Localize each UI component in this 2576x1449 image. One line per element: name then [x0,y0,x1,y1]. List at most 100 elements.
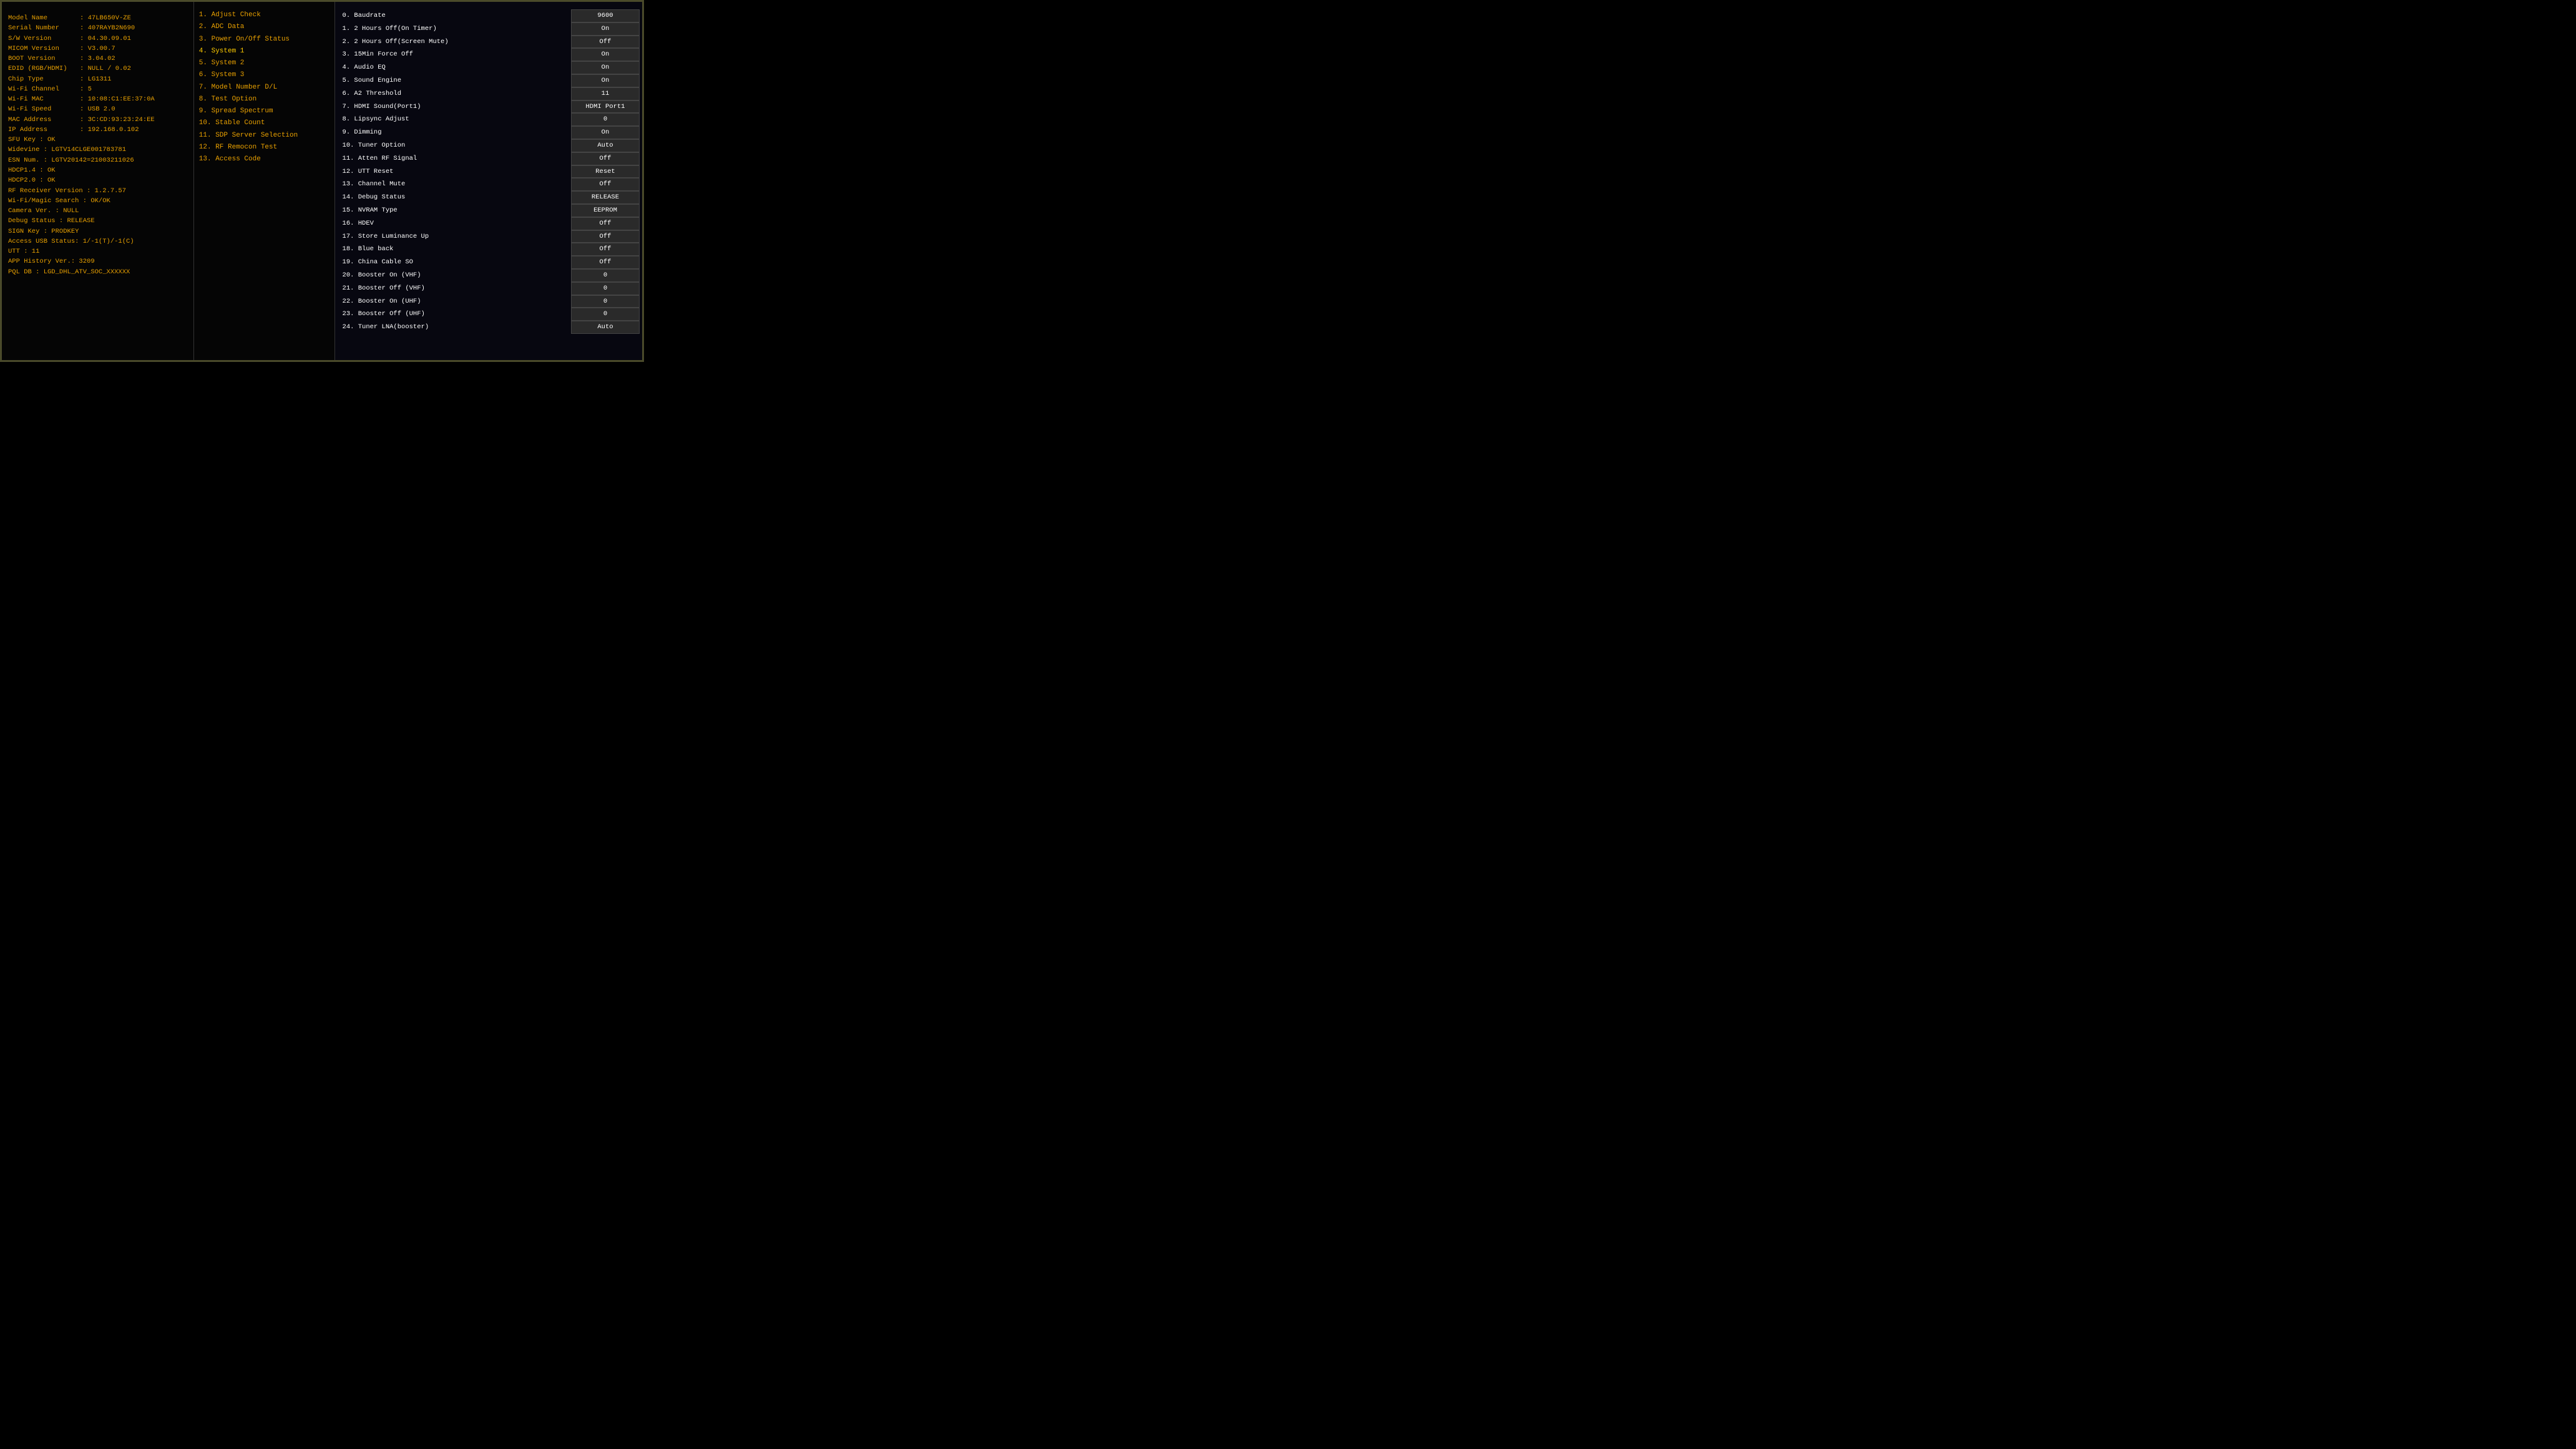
sys-label-16: 16. HDEV [335,218,571,229]
info-row-2: S/W Version: 04.30.09.01 [8,34,187,44]
sys-value-20: 0 [571,269,640,282]
sys-row-22: 22. Booster On (UHF)0 [335,295,642,308]
info-label-3: MICOM Version [8,44,80,54]
info-single-9: SIGN Key : PRODKEY [8,227,187,237]
menu-item-3[interactable]: 4. System 1 [199,46,329,57]
sys-value-6: 11 [571,87,640,100]
sys-row-11: 11. Atten RF SignalOff [335,152,642,165]
sys-value-23: 0 [571,308,640,321]
menu-item-0[interactable]: 1. Adjust Check [199,9,329,21]
sys-row-0: 0. Baudrate9600 [335,9,642,22]
sys-row-5: 5. Sound EngineOn [335,74,642,87]
sys-value-2: Off [571,36,640,49]
sys-label-5: 5. Sound Engine [335,76,571,86]
info-row-0: Model Name: 47LB650V-ZE [8,13,187,23]
sys-value-19: Off [571,256,640,269]
sys-row-24: 24. Tuner LNA(booster)Auto [335,321,642,334]
info-label-0: Model Name [8,13,80,23]
menu-item-10[interactable]: 11. SDP Server Selection [199,130,329,142]
sys-value-17: Off [571,230,640,243]
sys-label-11: 11. Atten RF Signal [335,154,571,164]
info-label-7: Wi-Fi Channel [8,84,80,94]
menu-item-9[interactable]: 10. Stable Count [199,117,329,129]
sys-label-0: 0. Baudrate [335,11,571,21]
info-label-1: Serial Number [8,23,80,33]
sys-value-21: 0 [571,282,640,295]
sys-label-4: 4. Audio EQ [335,62,571,73]
sys-value-12: Reset [571,165,640,178]
sys-label-17: 17. Store Luminance Up [335,232,571,242]
sys-label-20: 20. Booster On (VHF) [335,270,571,281]
sys-row-20: 20. Booster On (VHF)0 [335,269,642,282]
sys-label-23: 23. Booster Off (UHF) [335,309,571,320]
sys-label-3: 3. 15Min Force Off [335,49,571,60]
sys-row-16: 16. HDEVOff [335,217,642,230]
info-value-1: : 407RAYB2N690 [80,23,135,33]
sys-label-12: 12. UTT Reset [335,167,571,177]
info-value-7: : 5 [80,84,92,94]
menu-item-11[interactable]: 12. RF Remocon Test [199,142,329,154]
info-single-7: Camera Ver. : NULL [8,206,187,216]
sys-row-17: 17. Store Luminance UpOff [335,230,642,243]
sys-row-23: 23. Booster Off (UHF)0 [335,308,642,321]
info-label-10: MAC Address [8,115,80,125]
sys-row-18: 18. Blue backOff [335,243,642,256]
info-row-6: Chip Type: LG1311 [8,74,187,84]
menu-item-8[interactable]: 9. Spread Spectrum [199,105,329,117]
menu-item-1[interactable]: 2. ADC Data [199,21,329,33]
sys-row-8: 8. Lipsync Adjust0 [335,113,642,126]
info-label-2: S/W Version [8,34,80,44]
info-row-4: BOOT Version: 3.04.02 [8,54,187,64]
info-single-6: Wi-Fi/Magic Search : OK/OK [8,196,187,206]
info-value-5: : NULL / 0.02 [80,64,131,74]
sys-value-11: Off [571,152,640,165]
sys-row-7: 7. HDMI Sound(Port1)HDMI Port1 [335,100,642,114]
sys-value-13: Off [571,178,640,191]
info-label-5: EDID (RGB/HDMI) [8,64,80,74]
info-value-4: : 3.04.02 [80,54,115,64]
sys-label-22: 22. Booster On (UHF) [335,296,571,307]
menu-item-12[interactable]: 13. Access Code [199,154,329,165]
sys-label-9: 9. Dimming [335,127,571,138]
sys-value-7: HDMI Port1 [571,100,640,114]
menu-item-7[interactable]: 8. Test Option [199,94,329,105]
info-row-5: EDID (RGB/HDMI): NULL / 0.02 [8,64,187,74]
info-single-5: RF Receiver Version : 1.2.7.57 [8,186,187,196]
sys-value-18: Off [571,243,640,256]
sys-row-10: 10. Tuner OptionAuto [335,139,642,152]
info-value-8: : 10:08:C1:EE:37:0A [80,94,155,104]
sys-label-14: 14. Debug Status [335,192,571,203]
info-row-3: MICOM Version: V3.00.7 [8,44,187,54]
sys-label-10: 10. Tuner Option [335,140,571,151]
menu-item-4[interactable]: 5. System 2 [199,57,329,69]
right-panel: 0. Baudrate96001. 2 Hours Off(On Timer)O… [335,2,642,360]
info-value-0: : 47LB650V-ZE [80,13,131,23]
info-label-11: IP Address [8,125,80,135]
info-single-12: APP History Ver.: 3209 [8,256,187,266]
info-row-9: Wi-Fi Speed: USB 2.0 [8,104,187,114]
sys-value-9: On [571,126,640,139]
info-label-8: Wi-Fi MAC [8,94,80,104]
sys-row-4: 4. Audio EQOn [335,61,642,74]
info-label-6: Chip Type [8,74,80,84]
sys-value-24: Auto [571,321,640,334]
sys-label-21: 21. Booster Off (VHF) [335,283,571,294]
menu-item-6[interactable]: 7. Model Number D/L [199,82,329,94]
sys-value-1: On [571,22,640,36]
info-single-2: ESN Num. : LGTV20142=21003211026 [8,155,187,165]
sys-label-18: 18. Blue back [335,244,571,255]
sys-value-5: On [571,74,640,87]
menu-item-2[interactable]: 3. Power On/Off Status [199,34,329,46]
middle-panel: 1. Adjust Check2. ADC Data3. Power On/Of… [194,2,335,360]
sys-row-15: 15. NVRAM TypeEEPROM [335,204,642,217]
info-value-9: : USB 2.0 [80,104,115,114]
sys-row-1: 1. 2 Hours Off(On Timer)On [335,22,642,36]
info-value-3: : V3.00.7 [80,44,115,54]
sys-value-22: 0 [571,295,640,308]
info-value-11: : 192.168.0.102 [80,125,139,135]
sys-label-6: 6. A2 Threshold [335,89,571,99]
sys-label-19: 19. China Cable SO [335,257,571,268]
sys-label-2: 2. 2 Hours Off(Screen Mute) [335,37,571,47]
menu-item-5[interactable]: 6. System 3 [199,69,329,81]
sys-row-3: 3. 15Min Force OffOn [335,48,642,61]
